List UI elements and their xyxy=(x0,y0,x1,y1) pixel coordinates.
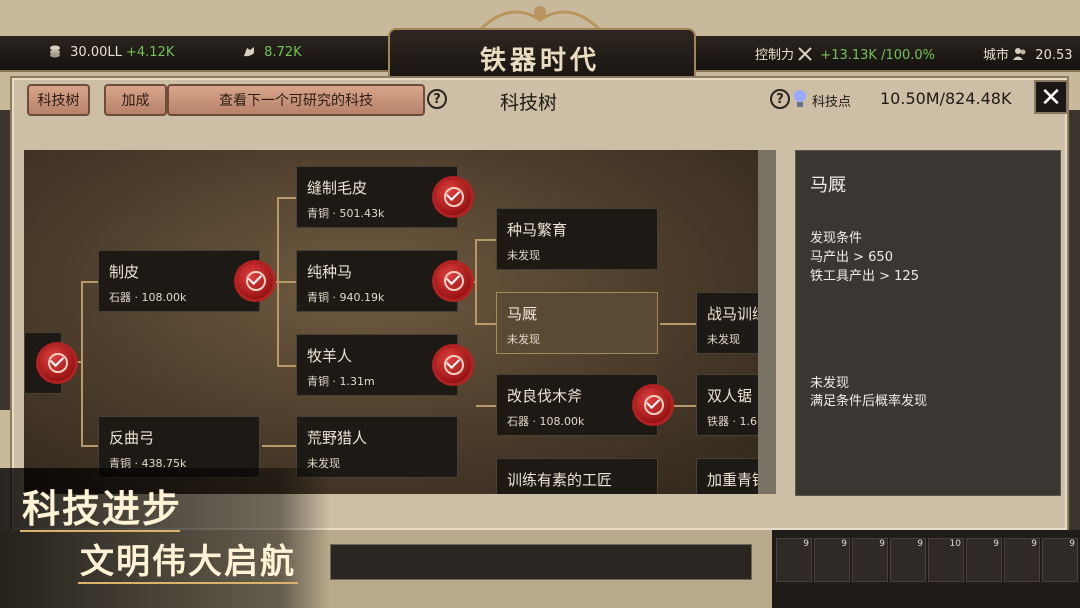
power-resource[interactable]: 8.72K xyxy=(242,44,302,60)
tech-node-root[interactable] xyxy=(24,332,75,394)
tech-node-cost: 石器 · 108.00k xyxy=(507,415,585,428)
tech-node[interactable]: 制皮 石器 · 108.00k xyxy=(98,250,273,312)
tech-node[interactable]: 缝制毛皮 青铜 · 501.43k xyxy=(296,166,471,228)
inventory-slot[interactable]: 9 xyxy=(776,538,812,582)
tech-node-name: 荒野猎人 xyxy=(307,429,368,447)
inventory-slot[interactable]: 9 xyxy=(966,538,1002,582)
left-side-strip xyxy=(0,110,10,410)
tech-node-name: 反曲弓 xyxy=(109,429,155,447)
tech-node[interactable]: 纯种马 青铜 · 940.19k xyxy=(296,250,471,312)
tech-node-cost: 石器 · 108.00k xyxy=(109,291,187,304)
tech-node-cost: 青铜 · 940.19k xyxy=(307,291,385,304)
slot-count: 9 xyxy=(1069,539,1075,549)
tech-node-name: 制皮 xyxy=(109,263,140,281)
tech-node-name: 马厩 xyxy=(507,305,538,323)
detail-status-note: 满足条件后概率发现 xyxy=(810,394,928,409)
detail-condition-1: 马产出 > 650 xyxy=(810,250,893,265)
coins-icon xyxy=(50,45,60,58)
city-label: 城市 xyxy=(983,48,1010,63)
era-banner: 铁器时代 xyxy=(388,28,696,82)
inventory-slot[interactable]: 9 xyxy=(1004,538,1040,582)
tech-tree-tab[interactable]: 科技树 xyxy=(27,84,90,116)
people-icon xyxy=(1013,48,1026,60)
promo-underline-2 xyxy=(78,582,298,584)
inventory-slot[interactable]: 9 xyxy=(814,538,850,582)
tech-node-selected[interactable]: 马厩 未发现 xyxy=(496,292,658,354)
tech-tree-canvas[interactable]: 缝制毛皮 青铜 · 501.43k 制皮 石器 · 108.00k 纯种马 青铜… xyxy=(24,150,776,494)
tech-node-name: 训练有素的工匠 xyxy=(507,471,613,489)
detail-title: 马厩 xyxy=(810,175,846,196)
era-title: 铁器时代 xyxy=(480,46,601,76)
tech-node-cost: 未发现 xyxy=(507,333,540,346)
lightbulb-icon xyxy=(794,90,806,107)
slot-count: 9 xyxy=(841,539,847,549)
researched-seal-icon xyxy=(237,263,273,299)
tech-detail-panel: 马厩 发现条件 马产出 > 650 铁工具产出 > 125 未发现 满足条件后概… xyxy=(795,150,1061,496)
tech-node-cost: 青铜 · 501.43k xyxy=(307,207,385,220)
promo-line-1: 科技进步 xyxy=(22,486,183,531)
bonus-tab[interactable]: 加成 xyxy=(104,84,167,116)
inventory-slot[interactable]: 9 xyxy=(852,538,888,582)
help-icon[interactable]: ? xyxy=(427,89,447,109)
researched-seal-icon xyxy=(435,347,471,383)
inventory-slot[interactable]: 9 xyxy=(890,538,926,582)
gold-value: 30.00LL xyxy=(70,45,122,60)
researched-seal-icon xyxy=(39,345,75,381)
tech-node[interactable]: 训练有素的工匠 xyxy=(496,458,658,494)
tech-node-name: 牧羊人 xyxy=(307,347,353,365)
slot-count: 9 xyxy=(917,539,923,549)
tech-node-cost: 青铜 · 1.31m xyxy=(307,375,375,388)
tech-node-cost: 未发现 xyxy=(507,249,540,262)
slot-count: 9 xyxy=(1031,539,1037,549)
tech-node-name: 缝制毛皮 xyxy=(307,179,368,197)
control-label: 控制力 xyxy=(755,48,795,63)
city-resource[interactable]: 城市 20.53 xyxy=(983,44,1073,63)
promo-underline-1 xyxy=(20,530,180,532)
slot-count: 9 xyxy=(803,539,809,549)
tech-points-label: 科技点 xyxy=(812,95,852,110)
researched-seal-icon xyxy=(435,179,471,215)
chat-box[interactable] xyxy=(330,544,752,580)
slot-count: 10 xyxy=(949,539,961,549)
tech-node-cost: 铁器 · 1.6 xyxy=(707,415,757,428)
tech-node-name: 双人锯 xyxy=(707,387,753,405)
tech-node-name: 纯种马 xyxy=(307,263,353,281)
panel-title: 科技树 xyxy=(500,92,558,114)
detail-condition-2: 铁工具产出 > 125 xyxy=(810,269,919,284)
promo-line-2: 文明伟大启航 xyxy=(80,542,296,582)
tech-node[interactable]: 牧羊人 青铜 · 1.31m xyxy=(296,334,471,396)
tech-points-value: 10.50M/824.48K xyxy=(880,89,1012,108)
researched-seal-icon xyxy=(435,263,471,299)
power-value: 8.72K xyxy=(264,45,302,60)
inventory-slot[interactable]: 10 xyxy=(928,538,964,582)
tech-node-name: 种马繁育 xyxy=(507,221,568,239)
detail-condition-title: 发现条件 xyxy=(810,231,863,246)
close-button[interactable]: ✕ xyxy=(1034,80,1068,114)
next-research-button[interactable]: 查看下一个可研究的科技 xyxy=(167,84,425,116)
tech-node[interactable]: 种马繁育 未发现 xyxy=(496,208,658,270)
muscle-icon xyxy=(244,47,254,57)
slot-count: 9 xyxy=(879,539,885,549)
control-value: +13.13K /100.0% xyxy=(820,48,936,63)
inventory-slot[interactable]: 9 xyxy=(1042,538,1078,582)
city-value: 20.53 xyxy=(1035,48,1073,63)
detail-status: 未发现 xyxy=(810,376,850,391)
gold-resource[interactable]: 30.00LL +4.12K xyxy=(48,44,174,60)
tree-scrollbar[interactable] xyxy=(758,150,776,494)
tech-points-help-icon[interactable]: ? xyxy=(770,89,790,109)
crossed-swords-icon xyxy=(798,47,812,61)
tech-node[interactable]: 改良伐木斧 石器 · 108.00k xyxy=(496,374,671,436)
researched-seal-icon xyxy=(635,387,671,423)
gold-rate: +4.12K xyxy=(125,45,175,60)
tech-node-cost: 未发现 xyxy=(707,333,740,346)
slot-count: 9 xyxy=(993,539,999,549)
control-resource[interactable]: 控制力 +13.13K /100.0% xyxy=(755,44,935,63)
tech-node-name: 改良伐木斧 xyxy=(507,387,583,405)
